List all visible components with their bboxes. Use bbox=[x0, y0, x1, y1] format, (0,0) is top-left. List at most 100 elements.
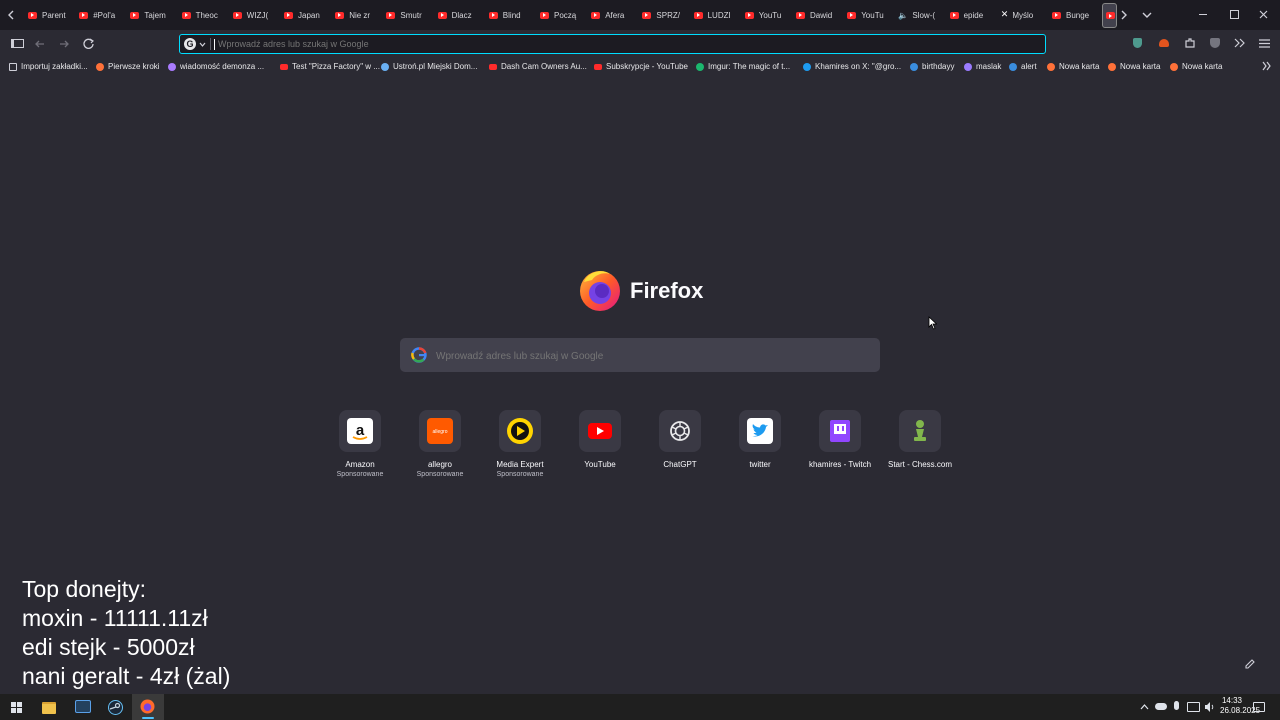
bookmark-item[interactable]: Nowa karta bbox=[1047, 60, 1099, 73]
bookmark-item[interactable]: Ustroń.pl Miejski Dom... bbox=[381, 60, 477, 73]
tab[interactable]: Blind bbox=[488, 6, 531, 24]
tab[interactable]: Smutr bbox=[386, 6, 428, 24]
shortcut-icon-box[interactable] bbox=[739, 410, 781, 452]
shortcut-icon-box[interactable] bbox=[819, 410, 861, 452]
tab[interactable]: Tajem bbox=[130, 6, 172, 24]
tab[interactable]: Nie zr bbox=[335, 6, 377, 24]
bookmark-item[interactable]: Khamires on X: "@gro... bbox=[803, 60, 901, 73]
tab[interactable]: Począ bbox=[540, 6, 582, 24]
google-engine-icon[interactable]: G bbox=[184, 38, 196, 50]
shortcut-tile[interactable]: a Amazon Sponsorowane bbox=[320, 410, 400, 479]
shortcut-tile[interactable]: ChatGPT bbox=[640, 410, 720, 470]
shortcut-icon-box[interactable] bbox=[579, 410, 621, 452]
tab[interactable]: Theoc bbox=[181, 6, 224, 24]
tab[interactable]: 🔈 Slow-( bbox=[898, 6, 940, 24]
shortcut-label: Media Expert bbox=[496, 460, 544, 469]
customize-button[interactable] bbox=[1240, 654, 1260, 674]
onedrive-cloud-icon[interactable] bbox=[1155, 703, 1167, 710]
vpn-shield-icon[interactable] bbox=[1133, 38, 1142, 48]
tab[interactable]: YouTu bbox=[847, 6, 889, 24]
ublock-shield-icon[interactable] bbox=[1210, 38, 1220, 48]
steam-icon[interactable] bbox=[108, 700, 123, 715]
bookmark-item[interactable]: wiadomość demonza ... bbox=[168, 60, 264, 73]
bookmark-label: Khamires on X: "@gro... bbox=[815, 62, 902, 71]
bookmark-item[interactable]: Test "Pizza Factory" w ... bbox=[280, 60, 380, 73]
windows-start-icon[interactable] bbox=[11, 702, 22, 713]
bookmark-item[interactable]: Nowa karta bbox=[1170, 60, 1222, 73]
tab-label: LUDZI bbox=[707, 10, 731, 20]
shortcut-tile[interactable]: khamires - Twitch bbox=[800, 410, 880, 470]
chevron-down-icon[interactable] bbox=[199, 42, 206, 47]
shortcut-icon-box[interactable] bbox=[499, 410, 541, 452]
file-explorer-icon[interactable] bbox=[42, 702, 56, 714]
firefox-icon bbox=[96, 62, 104, 71]
shortcut-icon-box[interactable]: allegro bbox=[419, 410, 461, 452]
reload-icon[interactable] bbox=[82, 37, 95, 50]
tab[interactable]: Japan bbox=[284, 6, 326, 24]
active-app-indicator bbox=[142, 717, 154, 719]
tab[interactable]: YouTu bbox=[744, 6, 787, 24]
address-bar[interactable]: G bbox=[179, 34, 1046, 54]
search-input[interactable] bbox=[434, 347, 868, 365]
shortcut-tile[interactable]: YouTube bbox=[560, 410, 640, 470]
remote-desktop-icon[interactable] bbox=[75, 700, 91, 713]
back-icon[interactable] bbox=[34, 38, 46, 50]
shortcut-tile[interactable]: Start - Chess.com bbox=[880, 410, 960, 470]
show-hidden-icons-chevron[interactable] bbox=[1140, 704, 1149, 710]
clock[interactable]: 14:33 26.08.2025 bbox=[1200, 696, 1260, 716]
scroll-tabs-right-icon[interactable] bbox=[1120, 10, 1128, 20]
tab[interactable]: #Pol'a bbox=[79, 6, 121, 24]
firefox-taskbar-button[interactable] bbox=[132, 694, 164, 720]
youtube-icon bbox=[130, 11, 140, 19]
bookmark-item[interactable]: Pierwsze kroki bbox=[96, 60, 160, 73]
tab[interactable]: Parent bbox=[28, 6, 70, 24]
restore-button[interactable] bbox=[1230, 10, 1239, 19]
bookmark-label: Dash Cam Owners Au... bbox=[501, 62, 587, 71]
shortcut-icon-box[interactable] bbox=[659, 410, 701, 452]
tab[interactable]: LUDZI bbox=[693, 6, 736, 24]
bookmark-item[interactable]: Nowa karta bbox=[1108, 60, 1160, 73]
more-tools-chevron-icon[interactable] bbox=[1234, 38, 1246, 48]
shortcut-icon-box[interactable] bbox=[899, 410, 941, 452]
bookmark-item[interactable]: Imgur: The magic of t... bbox=[696, 60, 790, 73]
bookmarks-toolbar: Importuj zakładki... Pierwsze kroki wiadom… bbox=[0, 58, 1280, 75]
tab[interactable]: SPRZ/ bbox=[642, 6, 684, 24]
bookmark-item[interactable]: maslak bbox=[964, 60, 1001, 73]
bookmark-item[interactable]: alert bbox=[1009, 60, 1037, 73]
tab[interactable]: Bunge bbox=[1052, 6, 1094, 24]
forward-icon[interactable] bbox=[58, 38, 70, 50]
tab[interactable]: WIZJ( bbox=[232, 6, 275, 24]
list-all-tabs-icon[interactable] bbox=[1142, 11, 1152, 19]
extension-fox-icon[interactable] bbox=[1159, 39, 1169, 47]
shortcut-icon-box[interactable]: a bbox=[339, 410, 381, 452]
scroll-tabs-left-icon[interactable] bbox=[7, 10, 15, 20]
bookmark-item[interactable]: Dash Cam Owners Au... bbox=[489, 60, 587, 73]
shortcut-tile[interactable]: Media Expert Sponsorowane bbox=[480, 410, 560, 479]
active-tab[interactable] bbox=[1102, 3, 1117, 28]
bookmark-item[interactable]: Subskrypcje - YouTube bbox=[594, 60, 688, 73]
notification-icon[interactable] bbox=[1253, 702, 1265, 712]
shortcut-tile[interactable]: allegro allegro Sponsorowane bbox=[400, 410, 480, 479]
shortcut-tile[interactable]: twitter bbox=[720, 410, 800, 470]
tab[interactable]: epide bbox=[949, 6, 992, 24]
close-window-button[interactable] bbox=[1259, 10, 1268, 19]
bookmark-label: wiadomość demonza ... bbox=[180, 62, 265, 71]
bookmark-item[interactable]: birthdayy bbox=[910, 60, 954, 73]
hamburger-menu-icon[interactable] bbox=[1259, 39, 1270, 48]
network-monitor-icon[interactable] bbox=[1187, 702, 1200, 712]
microphone-icon[interactable] bbox=[1174, 701, 1179, 710]
tab[interactable]: Dawid bbox=[796, 6, 838, 24]
youtube-icon bbox=[744, 11, 754, 19]
sidebar-toggle-icon[interactable] bbox=[11, 39, 24, 48]
extensions-puzzle-icon[interactable] bbox=[1184, 37, 1196, 49]
bookmark-label: birthdayy bbox=[922, 62, 955, 71]
bookmark-label: Ustroń.pl Miejski Dom... bbox=[393, 62, 478, 71]
minimize-button[interactable] bbox=[1199, 14, 1207, 15]
address-input[interactable] bbox=[216, 36, 1020, 52]
search-box[interactable] bbox=[400, 338, 880, 372]
tab[interactable]: Afera bbox=[591, 6, 633, 24]
tab[interactable]: Dlacz bbox=[437, 6, 480, 24]
bookmark-item[interactable]: Importuj zakładki... bbox=[9, 60, 88, 73]
tab[interactable]: ✕ Myślo bbox=[1001, 6, 1043, 24]
bookmarks-overflow-icon[interactable] bbox=[1262, 61, 1272, 71]
